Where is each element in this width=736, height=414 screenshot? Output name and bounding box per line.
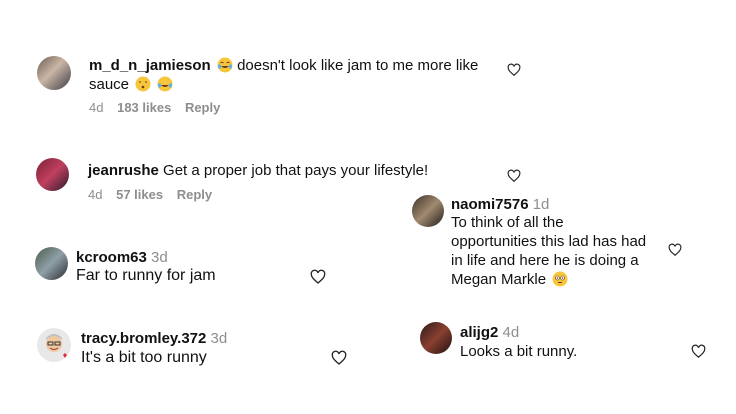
heart-outline-icon[interactable]: [691, 344, 707, 360]
comment-text-cont: sauce: [89, 76, 130, 93]
comment-text-line: To think of all the: [451, 214, 564, 231]
username[interactable]: jeanrushe: [88, 162, 159, 179]
comment-text: doesn't look like jam to me more like: [237, 57, 479, 74]
comment-age: 3d: [151, 249, 168, 266]
heart-outline-icon[interactable]: [507, 63, 523, 79]
avatar[interactable]: [35, 247, 68, 280]
face-blowing-kiss-emoji: [135, 76, 151, 92]
avatar[interactable]: [37, 56, 71, 90]
tears-of-joy-emoji: [157, 76, 173, 92]
flushed-face-emoji: [552, 271, 568, 287]
comment-text: Looks a bit runny.: [460, 343, 578, 360]
comment-text: Get a proper job that pays your lifestyl…: [163, 162, 429, 179]
comment-text-line: Megan Markle: [451, 271, 547, 288]
avatar[interactable]: [420, 322, 452, 354]
comment-meta: 4d 183 likes Reply: [89, 100, 230, 115]
comment-age: 4d: [502, 324, 520, 341]
comment-age: 1d: [532, 196, 550, 213]
comment-text-line: in life and here he is doing a: [451, 252, 639, 269]
comment-age: 4d: [89, 100, 104, 115]
avatar[interactable]: [37, 328, 71, 362]
reply-button[interactable]: Reply: [177, 187, 212, 202]
comment-age: 4d: [88, 187, 103, 202]
username[interactable]: m_d_n_jamieson: [89, 57, 211, 74]
comment-age: 3d: [210, 330, 228, 347]
avatar[interactable]: [36, 158, 69, 191]
heart-outline-icon[interactable]: [331, 350, 347, 366]
heart-outline-icon[interactable]: [668, 243, 684, 259]
comment-text: Far to runny for jam: [76, 267, 216, 284]
avatar[interactable]: [412, 195, 444, 227]
heart-outline-icon[interactable]: [507, 169, 523, 185]
likes-count[interactable]: 57 likes: [116, 187, 163, 202]
comment-meta: 4d 57 likes Reply: [88, 187, 222, 202]
comment-text-line: opportunities this lad has had: [451, 233, 647, 250]
comment-text: It's a bit too runny: [81, 349, 207, 366]
username[interactable]: alijg2: [460, 324, 498, 341]
heart-outline-icon[interactable]: [310, 269, 326, 285]
tears-of-joy-emoji: [217, 57, 233, 73]
memoji-icon: [46, 334, 67, 358]
reply-button[interactable]: Reply: [185, 100, 220, 115]
likes-count[interactable]: 183 likes: [117, 100, 171, 115]
username[interactable]: naomi7576: [451, 196, 529, 213]
username[interactable]: kcroom63: [76, 249, 147, 266]
username[interactable]: tracy.bromley.372: [81, 330, 206, 347]
